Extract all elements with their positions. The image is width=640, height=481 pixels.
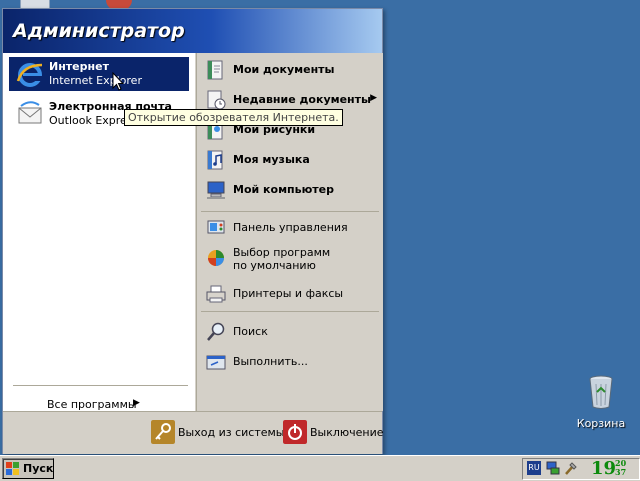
places-item-my-computer[interactable]: Мой компьютер [203, 177, 379, 203]
run-icon [206, 355, 226, 370]
my-computer-icon [207, 181, 225, 199]
internet-explorer-icon [16, 63, 43, 87]
separator [201, 211, 379, 212]
all-programs-label: Все программы [47, 398, 137, 411]
tool-item-label: Поиск [233, 325, 268, 338]
chevron-right-icon: ▶ [133, 398, 140, 408]
start-menu-header: Администратор [3, 9, 382, 53]
start-menu-footer: Выход из системы Выключение [3, 411, 384, 454]
my-music-icon [207, 150, 223, 170]
pinned-programs-pane: Интернет Internet Explorer Электронная п… [3, 53, 195, 411]
windows-logo-icon [6, 462, 19, 475]
places-item-my-documents[interactable]: Мои документы [203, 57, 379, 83]
pinned-item-subtitle: Internet Explorer [49, 74, 142, 87]
places-item-my-music[interactable]: Моя музыка [203, 147, 379, 173]
my-documents-icon [207, 60, 223, 80]
user-name: Администратор [13, 20, 185, 42]
places-item-label: Мои документы [233, 63, 335, 76]
clock-minute-bottom: 37 [615, 467, 627, 477]
recent-documents-icon [207, 90, 226, 110]
separator [201, 311, 379, 312]
clock-minutes: 20 37 [615, 459, 626, 477]
network-icon[interactable] [545, 460, 561, 477]
places-item-label: Недавние документы [233, 93, 371, 106]
tool-item-run[interactable]: Выполнить... [203, 349, 379, 375]
outlook-express-icon [18, 101, 42, 124]
logoff-button[interactable]: Выход из системы [151, 420, 284, 446]
places-item-label: Мой компьютер [233, 183, 335, 196]
system-tray: RU 19 20 37 [522, 458, 640, 480]
pinned-item-internet[interactable]: Интернет Internet Explorer [9, 57, 189, 91]
power-icon [283, 420, 307, 444]
chevron-right-icon: ▶ [370, 93, 377, 103]
clock-hour: 19 [591, 458, 617, 479]
places-pane: Мои документы Недавние документы ▶ Мои р… [196, 53, 383, 411]
recycle-bin[interactable]: Корзина [570, 374, 632, 430]
recycle-bin-label: Корзина [576, 417, 626, 430]
start-label: Пуск [23, 462, 54, 475]
control-panel-icon [207, 220, 225, 234]
tools-icon[interactable] [563, 460, 579, 477]
places-item-label: Моя музыка [233, 153, 310, 166]
system-item-printers[interactable]: Принтеры и факсы [203, 281, 379, 307]
system-item-default-programs[interactable]: Выбор программ по умолчанию [203, 245, 379, 275]
printers-icon [206, 285, 226, 303]
search-icon [207, 322, 225, 341]
pinned-item-title: Интернет [49, 60, 109, 73]
mouse-cursor-icon [112, 72, 124, 91]
tool-item-search[interactable]: Поиск [203, 319, 379, 345]
logoff-label: Выход из системы [178, 426, 285, 439]
recycle-bin-icon [589, 375, 613, 409]
taskbar: Пуск RU 19 20 37 [0, 455, 640, 481]
system-item-label: Панель управления [233, 221, 348, 234]
system-item-label: Принтеры и факсы [233, 287, 344, 300]
shutdown-label: Выключение [310, 426, 384, 439]
language-indicator[interactable]: RU [527, 461, 541, 475]
system-item-control-panel[interactable]: Панель управления [203, 215, 379, 241]
start-button[interactable]: Пуск [2, 458, 54, 479]
start-menu: Администратор Интернет Internet Explorer… [2, 8, 384, 454]
default-programs-icon [208, 250, 224, 266]
tool-item-label: Выполнить... [233, 355, 308, 368]
separator [13, 385, 188, 386]
shutdown-button[interactable]: Выключение [283, 420, 384, 446]
system-item-label: Выбор программ по умолчанию [233, 246, 331, 272]
tooltip: Открытие обозревателя Интернета. [124, 109, 343, 126]
key-icon [151, 420, 175, 444]
